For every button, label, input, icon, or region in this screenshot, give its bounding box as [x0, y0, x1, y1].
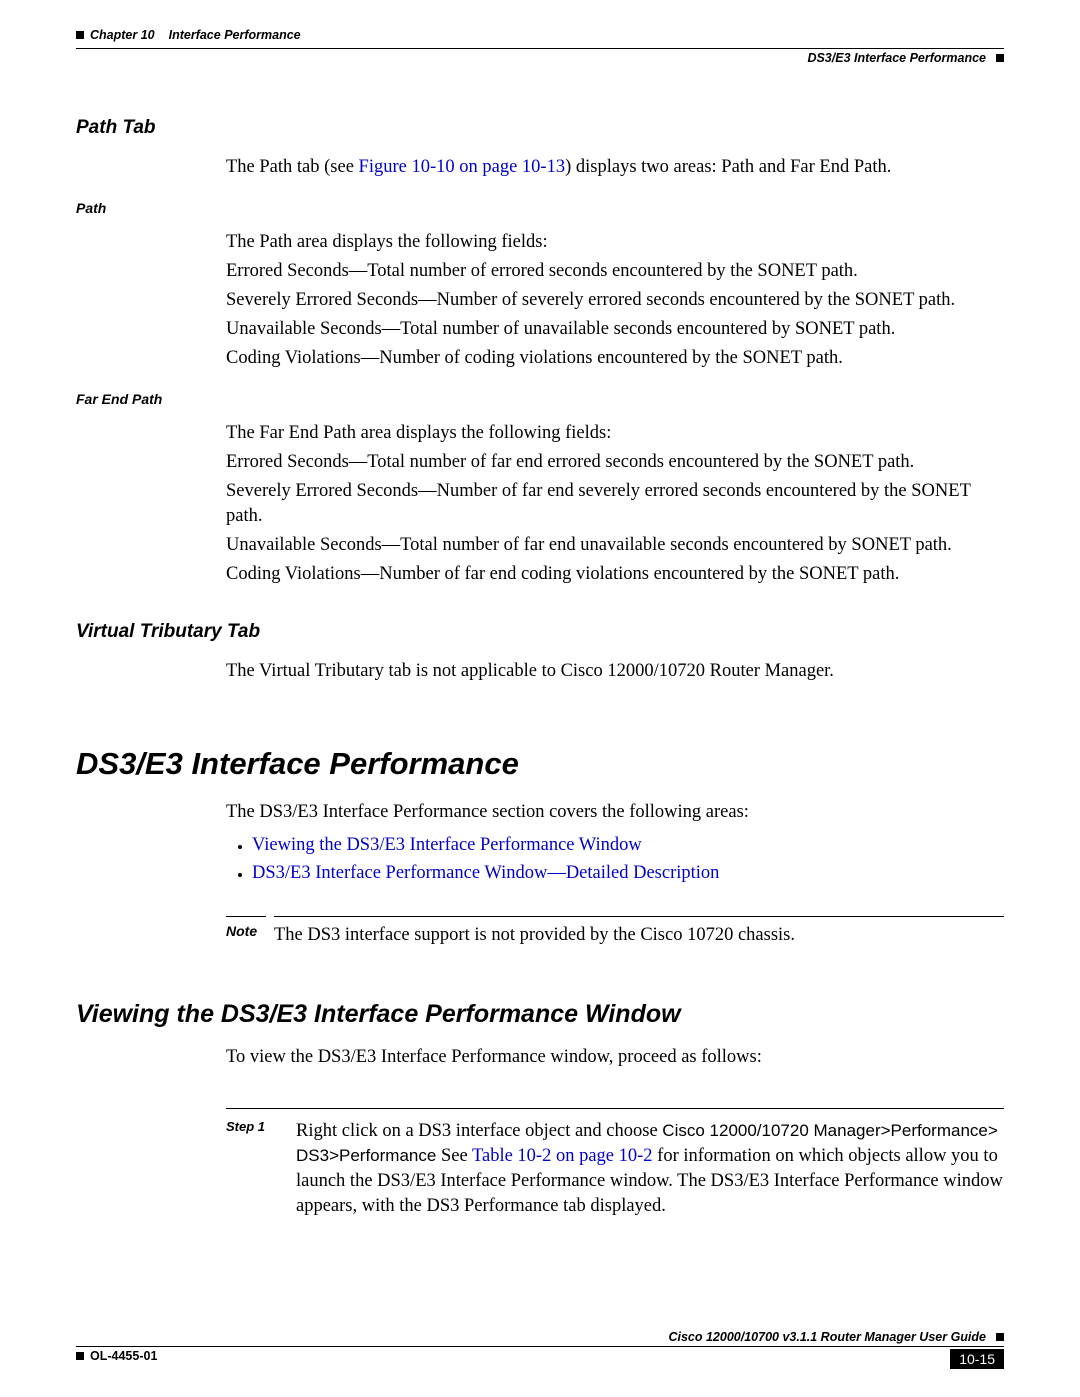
far-end-intro: The Far End Path area displays the follo…: [226, 421, 1004, 446]
field-desc: Unavailable Seconds—Total number of unav…: [226, 317, 1004, 342]
header-rule: [76, 48, 1004, 49]
section-title: DS3/E3 Interface Performance: [807, 51, 986, 65]
bullet-link[interactable]: DS3/E3 Interface Performance Window—Deta…: [252, 859, 1004, 888]
note-rule: [226, 916, 266, 917]
footer-marker-icon: [996, 1333, 1004, 1341]
field-desc: Severely Errored Seconds—Number of sever…: [226, 288, 1004, 313]
footer-doc-id: OL-4455-01: [90, 1349, 157, 1363]
footer-guide-title: Cisco 12000/10700 v3.1.1 Router Manager …: [668, 1330, 986, 1344]
chapter-title: Interface Performance: [169, 28, 301, 42]
path-intro: The Path area displays the following fie…: [226, 230, 1004, 255]
header-marker-icon: [76, 31, 84, 39]
heading-far-end-path: Far End Path: [76, 391, 1004, 407]
bullet-list: Viewing the DS3/E3 Interface Performance…: [226, 831, 1004, 888]
field-desc: Severely Errored Seconds—Number of far e…: [226, 479, 1004, 529]
running-header-sub: DS3/E3 Interface Performance: [76, 51, 1004, 65]
page-number: 10-15: [950, 1349, 1004, 1369]
field-desc: Coding Violations—Number of coding viola…: [226, 346, 1004, 371]
field-desc: Coding Violations—Number of far end codi…: [226, 562, 1004, 587]
running-header: Chapter 10 Interface Performance: [76, 28, 1004, 42]
heading-path-tab: Path Tab: [76, 117, 1004, 139]
step-text: Right click on a DS3 interface object an…: [296, 1119, 1004, 1219]
chapter-label: Chapter 10: [90, 28, 155, 42]
footer-marker-icon: [76, 1352, 84, 1360]
field-desc: Errored Seconds—Total number of far end …: [226, 450, 1004, 475]
viewing-intro: To view the DS3/E3 Interface Performance…: [226, 1045, 1004, 1070]
heading-virtual-tributary: Virtual Tributary Tab: [76, 621, 1004, 643]
step-block: Step 1 Right click on a DS3 interface ob…: [226, 1108, 1004, 1223]
link-table[interactable]: Table 10-2 on page 10-2: [472, 1146, 653, 1166]
step-label: Step 1: [226, 1119, 286, 1134]
ds3-intro: The DS3/E3 Interface Performance section…: [226, 800, 1004, 825]
header-marker-icon: [996, 54, 1004, 62]
link-figure[interactable]: Figure 10-10 on page 10-13: [359, 157, 566, 177]
heading-path: Path: [76, 200, 1004, 216]
field-desc: Unavailable Seconds—Total number of far …: [226, 533, 1004, 558]
note-block: Note The DS3 interface support is not pr…: [226, 916, 1004, 952]
bullet-link[interactable]: Viewing the DS3/E3 Interface Performance…: [252, 831, 1004, 860]
vt-text: The Virtual Tributary tab is not applica…: [226, 659, 1004, 684]
heading-viewing: Viewing the DS3/E3 Interface Performance…: [76, 1000, 1004, 1029]
note-rule: [274, 916, 1004, 917]
heading-ds3e3: DS3/E3 Interface Performance: [76, 746, 1004, 782]
page-footer: Cisco 12000/10700 v3.1.1 Router Manager …: [76, 1330, 1004, 1369]
path-tab-intro: The Path tab (see Figure 10-10 on page 1…: [226, 155, 1004, 180]
footer-rule: [76, 1346, 1004, 1347]
field-desc: Errored Seconds—Total number of errored …: [226, 259, 1004, 284]
note-text: The DS3 interface support is not provide…: [274, 923, 1004, 948]
note-label: Note: [226, 923, 274, 939]
